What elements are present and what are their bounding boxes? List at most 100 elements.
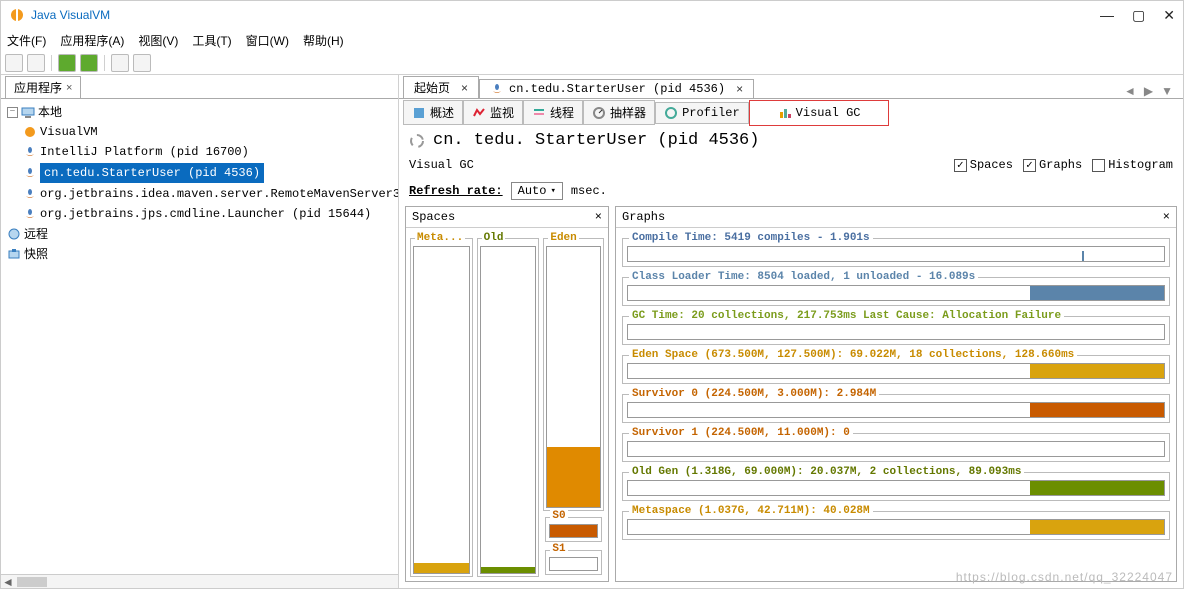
window-title: Java VisualVM	[31, 8, 1100, 22]
toolbar-btn-3[interactable]	[58, 54, 76, 72]
maximize-button[interactable]: ▢	[1132, 7, 1145, 24]
toolbar-btn-2[interactable]	[27, 54, 45, 72]
inner-tab-label: 概述	[430, 104, 454, 121]
chevron-down-icon: ▾	[550, 186, 555, 196]
refresh-select[interactable]: Auto ▾	[511, 182, 563, 200]
space-col-metaspace: Meta...	[410, 232, 473, 577]
tree-node-maven[interactable]: org.jetbrains.idea.maven.server.RemoteMa…	[5, 184, 394, 204]
minimize-button[interactable]: —	[1100, 7, 1114, 24]
menu-window[interactable]: 窗口(W)	[246, 32, 289, 49]
toolbar	[1, 51, 1183, 75]
toolbar-btn-4[interactable]	[80, 54, 98, 72]
menu-file[interactable]: 文件(F)	[7, 32, 46, 49]
nav-next-icon[interactable]: ▶	[1144, 84, 1153, 98]
inner-tab-threads[interactable]: 线程	[523, 100, 583, 125]
graph-eden: Eden Space (673.500M, 127.500M): 69.022M…	[622, 349, 1170, 384]
col-label: Meta...	[415, 232, 465, 244]
tree-label: 本地	[38, 103, 62, 121]
check-spaces[interactable]: ✓Spaces	[954, 158, 1013, 172]
inner-tab-sampler[interactable]: 抽样器	[583, 100, 655, 125]
col-label: S1	[550, 543, 567, 555]
java-icon	[23, 166, 37, 180]
graph-metaspace: Metaspace (1.037G, 42.711M): 40.028M	[622, 505, 1170, 540]
nav-dropdown-icon[interactable]: ▼	[1161, 84, 1173, 98]
tree-label: org.jetbrains.jps.cmdline.Launcher (pid …	[40, 205, 371, 223]
tree-node-jps[interactable]: org.jetbrains.jps.cmdline.Launcher (pid …	[5, 204, 394, 224]
tree-label-selected: cn.tedu.StarterUser (pid 4536)	[40, 163, 264, 183]
graph-gc: GC Time: 20 collections, 217.753ms Last …	[622, 310, 1170, 345]
sidebar-tab-label: 应用程序	[14, 79, 62, 96]
col-label: S0	[550, 510, 567, 522]
visualvm-icon	[23, 125, 37, 139]
toolbar-btn-1[interactable]	[5, 54, 23, 72]
space-s1: S1	[545, 550, 602, 575]
toolbar-btn-5[interactable]	[111, 54, 129, 72]
panel-title: Graphs	[622, 210, 665, 224]
app-icon	[9, 7, 25, 23]
java-icon	[23, 145, 37, 159]
application-tree[interactable]: − 本地 VisualVM IntelliJ Platform (pid 167…	[1, 99, 398, 574]
nav-prev-icon[interactable]: ◄	[1124, 84, 1136, 98]
graph-s1: Survivor 1 (224.500M, 11.000M): 0	[622, 427, 1170, 462]
toolbar-btn-6[interactable]	[133, 54, 151, 72]
editor-tabs: 起始页 × cn.tedu.StarterUser (pid 4536) × ◄…	[399, 75, 1183, 99]
inner-tab-overview[interactable]: 概述	[403, 100, 463, 125]
loading-icon	[409, 133, 425, 149]
graph-legend: Class Loader Time: 8504 loaded, 1 unload…	[629, 271, 978, 283]
menu-applications[interactable]: 应用程序(A)	[60, 32, 124, 49]
tab-starter-user[interactable]: cn.tedu.StarterUser (pid 4536) ×	[479, 79, 754, 98]
toolbar-separator	[51, 55, 52, 71]
tree-node-local[interactable]: − 本地	[5, 102, 394, 122]
tab-label: cn.tedu.StarterUser (pid 4536)	[509, 82, 725, 96]
inner-tab-profiler[interactable]: Profiler	[655, 102, 749, 124]
space-s0: S0	[545, 517, 602, 542]
tree-label: org.jetbrains.idea.maven.server.RemoteMa…	[40, 185, 398, 203]
collapse-icon[interactable]: −	[7, 107, 18, 118]
sidebar-tab-applications[interactable]: 应用程序 ×	[5, 76, 81, 98]
inner-tab-monitor[interactable]: 监视	[463, 100, 523, 125]
graph-s0: Survivor 0 (224.500M, 3.000M): 2.984M	[622, 388, 1170, 423]
eden-fill	[547, 447, 600, 507]
menu-view[interactable]: 视图(V)	[138, 32, 178, 49]
refresh-unit: msec.	[571, 184, 607, 198]
sub-title-row: Visual GC ✓Spaces ✓Graphs Histogram	[399, 154, 1183, 176]
page-title: cn. tedu. StarterUser (pid 4536)	[433, 131, 759, 150]
menu-help[interactable]: 帮助(H)	[303, 32, 344, 49]
close-icon[interactable]: ×	[1163, 210, 1170, 224]
tree-node-snapshot[interactable]: 快照	[5, 244, 394, 264]
check-graphs[interactable]: ✓Graphs	[1023, 158, 1082, 172]
tree-node-intellij[interactable]: IntelliJ Platform (pid 16700)	[5, 142, 394, 162]
inner-tab-label: Profiler	[682, 106, 740, 120]
refresh-row: Refresh rate: Auto ▾ msec.	[399, 176, 1183, 206]
close-icon[interactable]: ×	[66, 82, 72, 94]
tree-node-remote[interactable]: 远程	[5, 224, 394, 244]
scroll-left-icon[interactable]: ◄	[1, 576, 15, 588]
graph-legend: Survivor 0 (224.500M, 3.000M): 2.984M	[629, 388, 879, 400]
tree-node-starter[interactable]: cn.tedu.StarterUser (pid 4536)	[5, 162, 394, 184]
tree-node-visualvm[interactable]: VisualVM	[5, 122, 394, 142]
horizontal-scrollbar[interactable]: ◄	[1, 574, 398, 588]
close-icon[interactable]: ×	[736, 82, 743, 96]
page-heading-row: cn. tedu. StarterUser (pid 4536)	[399, 125, 1183, 154]
scroll-thumb[interactable]	[17, 577, 47, 587]
inner-tab-label: 监视	[490, 104, 514, 121]
check-histogram[interactable]: Histogram	[1092, 158, 1173, 172]
monitor-icon	[472, 106, 486, 120]
editor-area: 起始页 × cn.tedu.StarterUser (pid 4536) × ◄…	[399, 75, 1183, 588]
s0-fill	[550, 525, 597, 537]
col-label: Eden	[548, 232, 578, 244]
tab-start-page[interactable]: 起始页 ×	[403, 76, 479, 98]
inner-tab-visualgc[interactable]: Visual GC	[749, 100, 890, 126]
menu-tools[interactable]: 工具(T)	[192, 32, 231, 49]
close-button[interactable]: ✕	[1163, 7, 1175, 24]
check-label: Spaces	[970, 158, 1013, 172]
graph-legend: Old Gen (1.318G, 69.000M): 20.037M, 2 co…	[629, 466, 1024, 478]
graph-old: Old Gen (1.318G, 69.000M): 20.037M, 2 co…	[622, 466, 1170, 501]
inner-tab-label: 抽样器	[610, 104, 646, 121]
close-icon[interactable]: ×	[595, 210, 602, 224]
watermark: https://blog.csdn.net/qq_32224047	[956, 570, 1173, 584]
sampler-icon	[592, 106, 606, 120]
java-icon	[23, 207, 37, 221]
close-icon[interactable]: ×	[461, 81, 468, 95]
graph-compile: Compile Time: 5419 compiles - 1.901s	[622, 232, 1170, 267]
